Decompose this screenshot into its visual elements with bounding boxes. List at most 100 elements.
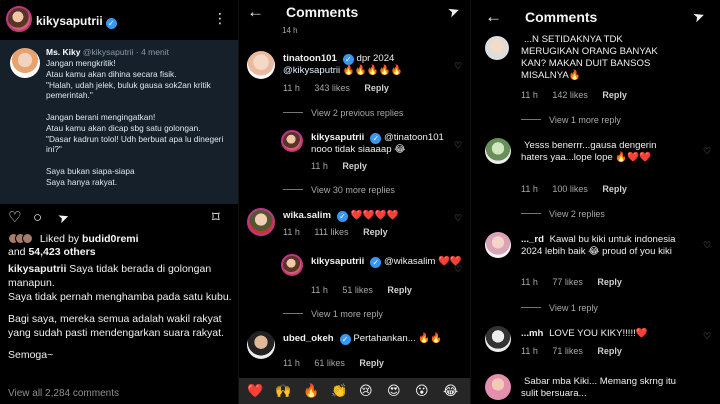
view-replies-link[interactable]: View 2 previous replies — [283, 108, 403, 118]
likes-and: and — [8, 246, 26, 258]
comment-time: 11 h — [521, 184, 538, 194]
direct-message-icon[interactable]: ➤ — [445, 2, 462, 22]
liked-by-user[interactable]: budid0remi — [82, 233, 139, 245]
comment-likes[interactable]: 343 likes — [314, 83, 350, 93]
commenter-name[interactable]: kikysaputrii — [311, 132, 364, 143]
view-replies-link[interactable]: View 2 replies — [521, 209, 605, 219]
commenter-avatar[interactable] — [247, 331, 275, 359]
view-replies-link[interactable]: View 1 more reply — [283, 309, 383, 319]
commenter-name[interactable]: ...mh — [521, 328, 543, 339]
emoji-heart-button[interactable]: ❤️ — [247, 383, 263, 399]
comment-text: kikysaputrii ✓ @wikasalim ❤️❤️ — [311, 256, 462, 268]
comment-like-icon[interactable]: ♡ — [454, 61, 462, 72]
tweet-name: Ms. Kiky — [46, 47, 81, 57]
comment-like-icon[interactable]: ♡ — [703, 146, 711, 157]
comments-panel: ← Comments ➤ 14 h tinatoon101 ✓ dpr 2024 … — [238, 0, 470, 404]
comment-time: 14 h — [282, 26, 298, 35]
emoji-wow-button[interactable]: 😮 — [415, 383, 429, 399]
commenter-avatar[interactable] — [247, 51, 275, 79]
comment-like-icon[interactable]: ♡ — [454, 264, 462, 275]
comment-meta: 11 h 77 likes Reply — [521, 277, 634, 287]
comment-time: 11 h — [521, 277, 538, 287]
more-options-icon[interactable]: ⋮ — [213, 10, 227, 27]
emoji-heart-eyes-button[interactable]: 😍 — [387, 383, 401, 399]
comment-icon[interactable]: ○ — [33, 210, 42, 225]
comment-like-icon[interactable]: ♡ — [454, 140, 462, 151]
view-replies-link[interactable]: View 1 reply — [521, 303, 598, 313]
comment-like-icon[interactable]: ♡ — [703, 331, 711, 342]
view-replies-link[interactable]: View 1 more reply — [521, 115, 621, 125]
commenter-avatar[interactable] — [485, 36, 509, 60]
post-action-row: ♡ ○ ➤ ⌑ — [0, 206, 238, 228]
comment-likes[interactable]: 142 likes — [552, 90, 588, 100]
verified-icon: ✓ — [342, 54, 354, 65]
commenter-name[interactable]: kikysaputrii — [311, 256, 364, 267]
commenter-name[interactable]: tinatoon101 — [283, 53, 337, 64]
like-icon[interactable]: ♡ — [8, 210, 21, 225]
reply-button[interactable]: Reply — [387, 285, 412, 295]
emoji-fire-button[interactable]: 🔥 — [303, 383, 319, 399]
comment-likes[interactable]: 61 likes — [314, 358, 345, 368]
reply-button[interactable]: Reply — [602, 184, 627, 194]
comment-text: ...mh LOVE YOU KIKY!!!!!❤️ — [521, 328, 648, 340]
commenter-avatar[interactable] — [485, 374, 511, 400]
comment-meta: 11 h 142 likes Reply — [521, 90, 639, 100]
emoji-laugh-button[interactable]: 😂 — [443, 383, 458, 399]
verified-icon: ✓ — [339, 334, 351, 345]
post-author-name[interactable]: kikysaputrii — [36, 14, 103, 28]
comment-meta: 11 h Reply — [311, 161, 379, 171]
reply-button[interactable]: Reply — [364, 83, 389, 93]
emoji-cry-button[interactable]: 😢 — [359, 383, 373, 399]
comment-like-icon[interactable]: ♡ — [454, 213, 462, 224]
comment-meta: 11 h 71 likes Reply — [521, 346, 634, 356]
reply-button[interactable]: Reply — [359, 358, 384, 368]
caption-line: Bagi saya, mereka semua adalah wakil rak… — [8, 313, 224, 339]
comment-like-icon[interactable]: ♡ — [703, 240, 711, 251]
comment-likes[interactable]: 77 likes — [552, 277, 583, 287]
comment-time: 11 h — [283, 227, 300, 237]
commenter-name[interactable]: ..._rd — [521, 234, 544, 245]
avatar[interactable] — [6, 6, 32, 32]
commenter-avatar[interactable] — [485, 326, 511, 352]
reply-button[interactable]: Reply — [597, 346, 622, 356]
comment-reply: kikysaputrii ✓ @wikasalim ❤️❤️ 11 h 51 li… — [281, 254, 467, 298]
comment-text: ..._rd Kawal bu kiki untuk indonesia 202… — [521, 234, 681, 258]
comment-body: @wikasalim ❤️❤️ — [384, 256, 462, 267]
back-arrow-icon[interactable]: ← — [247, 2, 264, 22]
comment-meta: 11 h 51 likes Reply — [311, 285, 424, 295]
share-icon[interactable]: ➤ — [56, 209, 71, 227]
commenter-avatar[interactable] — [485, 138, 511, 164]
comment-text: tinatoon101 ✓ dpr 2024 @kikysaputrii 🔥🔥🔥🔥… — [283, 53, 403, 77]
emoji-raised-hands-button[interactable]: 🙌 — [275, 383, 291, 399]
reply-button[interactable]: Reply — [602, 90, 627, 100]
comment-badge: dpr 2024 — [356, 53, 395, 64]
commenter-name[interactable]: wika.salim — [283, 210, 331, 221]
comments-title: Comments — [286, 4, 359, 20]
commenter-avatar[interactable] — [281, 130, 303, 152]
caption-user[interactable]: kikysaputrii — [8, 263, 66, 275]
post-author[interactable]: kikysaputrii ✓ — [36, 14, 117, 29]
comment-likes[interactable]: 111 likes — [314, 227, 348, 237]
commenter-name[interactable]: ubed_okeh — [283, 333, 334, 344]
comment-meta: 11 h 61 likes Reply — [283, 358, 396, 368]
commenter-avatar[interactable] — [281, 254, 303, 276]
reply-button[interactable]: Reply — [363, 227, 388, 237]
back-arrow-icon[interactable]: ← — [485, 7, 502, 27]
view-replies-link[interactable]: View 30 more replies — [283, 185, 395, 195]
likes-count[interactable]: 54,423 others — [28, 246, 95, 258]
reply-button[interactable]: Reply — [597, 277, 622, 287]
comment-likes[interactable]: 100 likes — [552, 184, 588, 194]
bookmark-icon[interactable]: ⌑ — [212, 210, 220, 225]
comment-likes[interactable]: 71 likes — [552, 346, 583, 356]
commenter-avatar[interactable] — [247, 208, 275, 236]
comment-likes[interactable]: 51 likes — [342, 285, 373, 295]
comment-meta: 11 h 111 likes Reply — [283, 227, 400, 237]
commenter-avatar[interactable] — [485, 232, 511, 258]
comment-time: 11 h — [283, 83, 300, 93]
likes-summary[interactable]: Liked by budid0remi and 54,423 others — [8, 233, 238, 259]
direct-message-icon[interactable]: ➤ — [690, 7, 707, 27]
emoji-clap-button[interactable]: 👏 — [331, 383, 347, 399]
view-all-comments-link[interactable]: View all 2,284 comments — [8, 388, 119, 399]
comment: ..._rd Kawal bu kiki untuk indonesia 202… — [485, 232, 717, 290]
reply-button[interactable]: Reply — [342, 161, 367, 171]
